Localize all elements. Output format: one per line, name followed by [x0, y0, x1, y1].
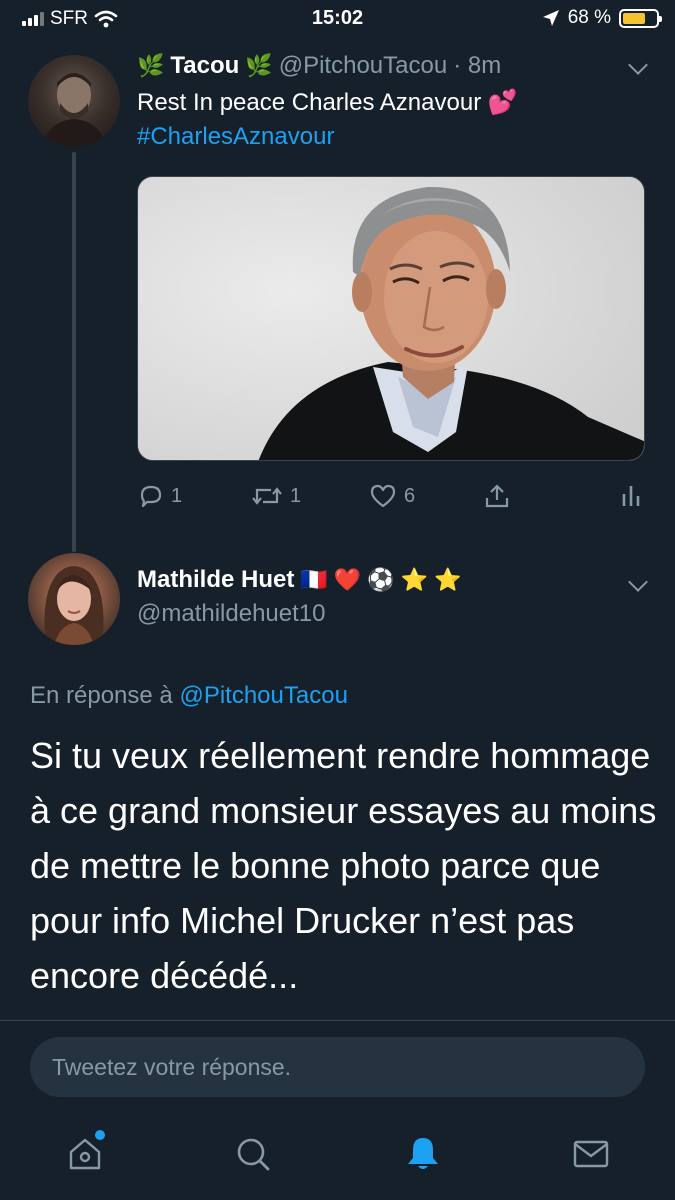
share-icon — [485, 484, 509, 508]
status-right: 68 % — [542, 7, 662, 29]
battery-percent: 68 % — [567, 7, 611, 28]
battery-fill — [623, 12, 645, 24]
reply-prefix: En réponse à — [30, 682, 173, 709]
tab-notifications[interactable] — [403, 1134, 443, 1174]
tab-search[interactable] — [233, 1134, 273, 1174]
status-bar: SFR 15:02 68 % — [0, 0, 675, 40]
tweet2-header: Mathilde Huet 🇫🇷 ❤️ ⚽ ⭐ ⭐ — [137, 566, 462, 594]
reply-handle-link[interactable]: @PitchouTacou — [179, 682, 347, 709]
reply-context: En réponse à @PitchouTacou — [30, 682, 348, 710]
messages-icon — [573, 1140, 609, 1168]
reply-placeholder: Tweetez votre réponse. — [52, 1054, 292, 1080]
tweet1-display-name[interactable]: Tacou — [170, 52, 239, 80]
retweet-button[interactable]: 1 — [250, 482, 301, 510]
like-button[interactable]: 6 — [368, 482, 415, 510]
tweet1-time: · 8m — [453, 52, 502, 79]
location-icon — [542, 10, 559, 26]
tweet1-body: Rest In peace Charles Aznavour 💕 #Charle… — [137, 86, 518, 154]
avatar-portrait-icon — [44, 566, 104, 645]
tab-messages[interactable] — [571, 1134, 611, 1174]
tweet1-header: 🌿 Tacou 🌿 @PitchouTacou · 8m — [137, 52, 501, 80]
tweet1-handle[interactable]: @PitchouTacou — [279, 52, 447, 80]
tweet1-hashtag[interactable]: #CharlesAznavour — [137, 120, 518, 154]
tab-home[interactable] — [65, 1130, 105, 1174]
tweet2-text: Si tu veux réellement rendre hommage à c… — [30, 735, 657, 996]
reply-icon — [140, 485, 162, 508]
tweet2-display-name[interactable]: Mathilde Huet — [137, 566, 294, 594]
avatar-portrait-icon — [42, 73, 106, 147]
search-icon — [237, 1138, 270, 1171]
tweet1-chevron-down-icon[interactable] — [628, 55, 648, 75]
tweet2-chevron-down-icon[interactable] — [628, 572, 648, 592]
tweet1-text: Rest In peace Charles Aznavour — [137, 89, 482, 116]
reply-count: 1 — [171, 484, 183, 507]
reply-button[interactable]: 1 — [137, 482, 182, 510]
notifications-icon — [408, 1138, 438, 1169]
home-icon — [69, 1138, 101, 1170]
home-notification-dot — [95, 1130, 105, 1140]
like-count: 6 — [404, 484, 416, 507]
two-hearts-emoji-icon: 💕 — [487, 89, 518, 116]
retweet-icon — [252, 487, 282, 505]
tweet1-photo[interactable] — [137, 176, 645, 461]
tweet2-handle[interactable]: @mathildehuet10 — [137, 600, 325, 628]
leaf-emoji-icon: 🌿 — [137, 53, 165, 78]
reply-input[interactable]: Tweetez votre réponse. — [30, 1037, 645, 1097]
heart-icon — [370, 484, 396, 508]
leaf-emoji-icon: 🌿 — [245, 53, 273, 78]
avatar-tacou[interactable] — [28, 55, 120, 147]
analytics-icon — [622, 486, 640, 506]
tab-bar — [0, 1114, 675, 1200]
retweet-count: 1 — [290, 484, 302, 507]
portrait-photo-icon — [138, 177, 644, 460]
battery-icon — [619, 8, 662, 28]
analytics-button[interactable] — [619, 482, 643, 510]
thread-line — [72, 152, 76, 552]
share-button[interactable] — [483, 482, 511, 510]
flag-heart-ball-stars-emoji-icon: 🇫🇷 ❤️ ⚽ ⭐ ⭐ — [300, 567, 462, 592]
avatar-mathilde[interactable] — [28, 553, 120, 645]
tweet1-actions: 1 1 6 — [137, 482, 645, 516]
